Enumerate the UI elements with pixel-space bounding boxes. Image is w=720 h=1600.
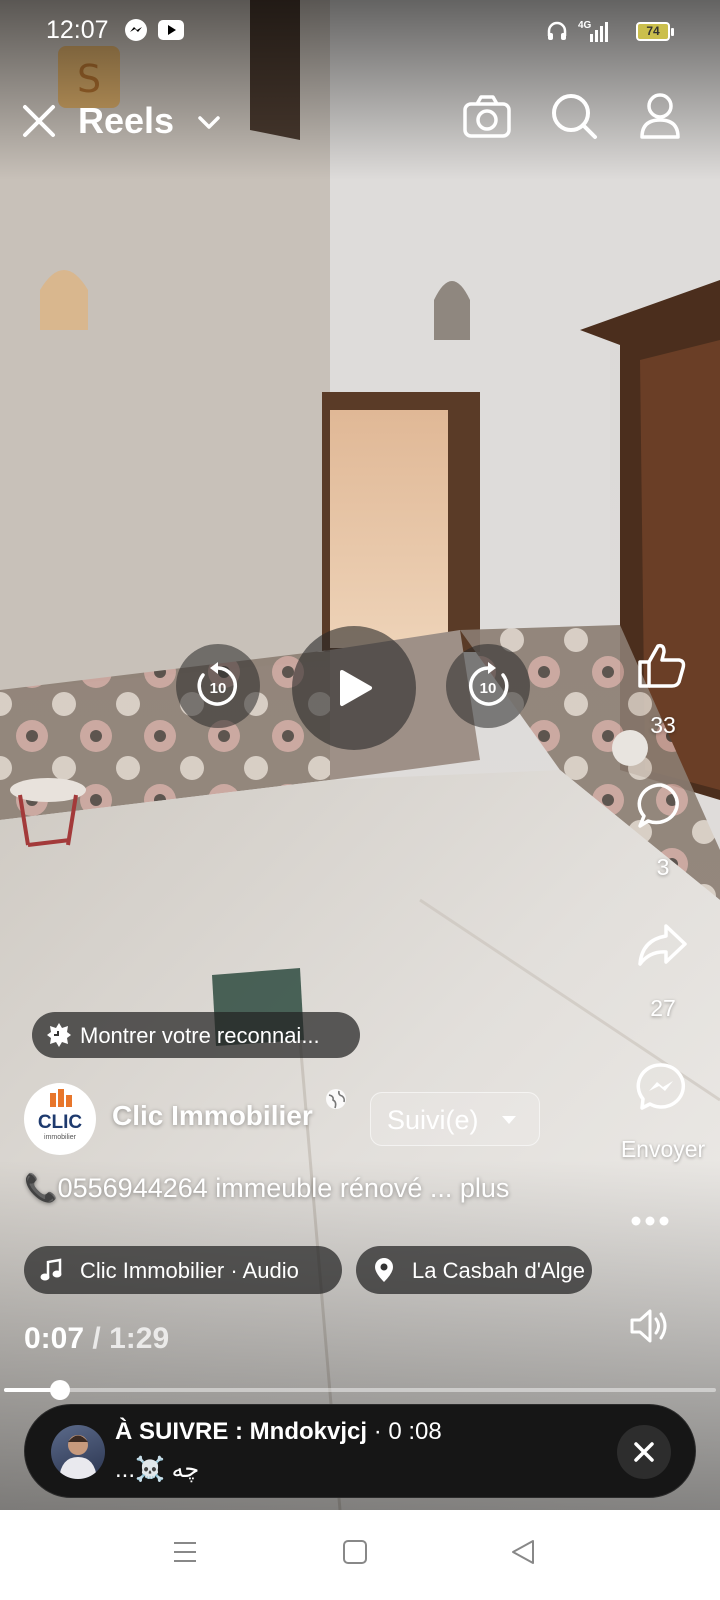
- audio-chip[interactable]: Clic Immobilier · Audio: [24, 1246, 342, 1294]
- music-note-icon: [40, 1258, 62, 1281]
- forward-10-button[interactable]: 10: [446, 644, 530, 728]
- forward-seconds: 10: [480, 680, 497, 697]
- send-label[interactable]: Envoyer: [608, 1136, 718, 1163]
- rewind-10-icon: 10: [197, 662, 238, 706]
- following-button[interactable]: Suivi(e): [370, 1092, 540, 1146]
- back-icon[interactable]: [510, 1538, 536, 1566]
- reel-caption[interactable]: 📞0556944264 immeuble rénové ... plus: [24, 1172, 509, 1204]
- time-separator: /: [92, 1322, 101, 1355]
- signal-4g-icon: 4G: [578, 20, 608, 42]
- home-icon[interactable]: [342, 1538, 368, 1566]
- share-count: 27: [650, 995, 676, 1021]
- like-icon[interactable]: [636, 640, 688, 690]
- play-button[interactable]: [292, 626, 416, 750]
- status-bar: 12:07 4G 74: [0, 0, 720, 62]
- svg-text:4G: 4G: [578, 20, 592, 31]
- camera-icon[interactable]: [462, 94, 512, 140]
- forward-10-icon: 10: [468, 662, 509, 706]
- up-next-subtitle: ...☠️ چه: [115, 1456, 200, 1483]
- avatar-subtext: immobilier: [44, 1134, 77, 1141]
- up-next-title: À SUIVRE : Mndokvjcj · 0 :08: [115, 1418, 442, 1446]
- location-pin-icon: [375, 1258, 393, 1282]
- status-time: 12:07: [46, 16, 109, 44]
- close-icon[interactable]: [20, 102, 58, 140]
- show-appreciation-button[interactable]: Montrer votre reconnai...: [32, 1012, 360, 1058]
- location-label: La Casbah d'Alge: [412, 1258, 585, 1283]
- total-duration: 1:29: [109, 1322, 170, 1355]
- playback-time: 0:07 / 1:29: [24, 1322, 169, 1356]
- battery-level: 74: [646, 24, 660, 38]
- progress-scrubber[interactable]: [49, 1380, 70, 1400]
- messenger-icon[interactable]: [636, 1062, 686, 1112]
- clic-immobilier-logo: CLIC immobilier: [38, 1089, 83, 1141]
- search-icon[interactable]: [550, 92, 598, 140]
- reels-title[interactable]: Reels: [78, 100, 174, 142]
- youtube-icon: [158, 20, 184, 40]
- up-next-card[interactable]: À SUIVRE : Mndokvjcj · 0 :08 ...☠️ چه: [24, 1404, 696, 1498]
- up-next-thumbnail: [51, 1425, 105, 1479]
- progress-bar[interactable]: [4, 1388, 716, 1392]
- rewind-seconds: 10: [210, 680, 227, 697]
- rewind-10-button[interactable]: 10: [176, 644, 260, 728]
- up-next-time: · 0 :08: [367, 1418, 442, 1445]
- avatar-text: CLIC: [38, 1112, 83, 1133]
- up-next-prefix: À SUIVRE : Mndokvjcj: [115, 1418, 368, 1445]
- dismiss-up-next-button[interactable]: [617, 1425, 671, 1479]
- profile-icon[interactable]: [638, 92, 682, 140]
- current-time: 0:07: [24, 1322, 85, 1355]
- system-navigation-bar: [0, 1510, 720, 1600]
- more-icon[interactable]: [630, 1214, 670, 1228]
- up-next-person-image: [59, 1435, 97, 1479]
- chevron-down-icon[interactable]: [198, 116, 220, 130]
- headphones-icon: [547, 21, 567, 40]
- volume-icon[interactable]: [628, 1306, 672, 1346]
- share-icon[interactable]: [636, 922, 688, 968]
- close-icon: [634, 1442, 654, 1462]
- comment-icon[interactable]: [636, 782, 686, 830]
- battery-indicator: 74: [636, 22, 674, 41]
- audio-label: Clic Immobilier · Audio: [80, 1258, 299, 1283]
- caret-down-icon: [502, 1116, 516, 1124]
- comment-count: 3: [656, 854, 670, 880]
- like-count: 33: [650, 712, 676, 738]
- reels-header: Reels: [0, 88, 720, 158]
- messenger-icon: [125, 19, 147, 41]
- location-chip[interactable]: La Casbah d'Alge: [356, 1246, 592, 1294]
- avatar[interactable]: CLIC immobilier: [24, 1083, 96, 1155]
- following-label: Suivi(e): [387, 1105, 479, 1135]
- globe-icon: [326, 1089, 346, 1109]
- appreciation-badge-icon: [47, 1023, 71, 1047]
- author-name[interactable]: Clic Immobilier: [112, 1100, 313, 1132]
- recent-apps-icon[interactable]: [172, 1538, 198, 1566]
- appreciation-label: Montrer votre reconnai...: [80, 1023, 320, 1048]
- play-icon: [340, 670, 372, 706]
